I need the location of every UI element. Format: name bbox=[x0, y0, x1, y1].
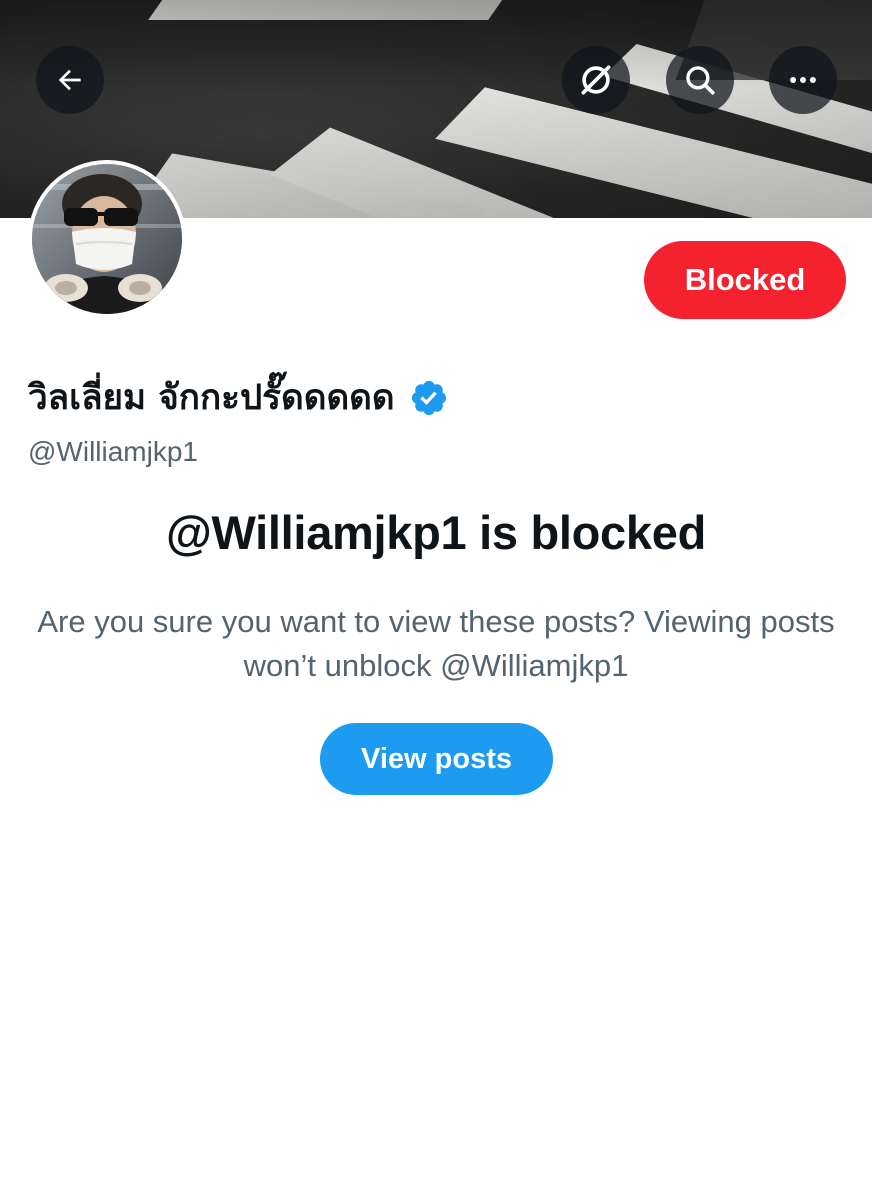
blocked-notice-description: Are you sure you want to view these post… bbox=[37, 604, 835, 683]
more-options-button[interactable] bbox=[769, 46, 837, 114]
blocked-button[interactable]: Blocked bbox=[644, 241, 846, 319]
avatar-photo bbox=[32, 164, 182, 314]
profile-name-row: วิลเลี่ยม จักกะปรั๊ดดดดด bbox=[28, 368, 449, 428]
view-posts-button[interactable]: View posts bbox=[320, 723, 553, 795]
grok-button[interactable] bbox=[562, 46, 630, 114]
profile-handle: @Williamjkp1 bbox=[28, 436, 198, 467]
display-name: วิลเลี่ยม จักกะปรั๊ดดดดด bbox=[28, 378, 395, 418]
search-button[interactable] bbox=[666, 46, 734, 114]
grok-icon bbox=[581, 65, 611, 95]
back-button[interactable] bbox=[36, 46, 104, 114]
arrow-left-icon bbox=[58, 69, 81, 91]
avatar[interactable] bbox=[28, 160, 186, 318]
avatar-image bbox=[32, 164, 182, 314]
verified-badge-icon bbox=[411, 380, 446, 416]
search-icon bbox=[686, 66, 715, 95]
blocked-notice-title: @Williamjkp1 is blocked bbox=[165, 506, 706, 559]
more-icon bbox=[790, 77, 816, 83]
